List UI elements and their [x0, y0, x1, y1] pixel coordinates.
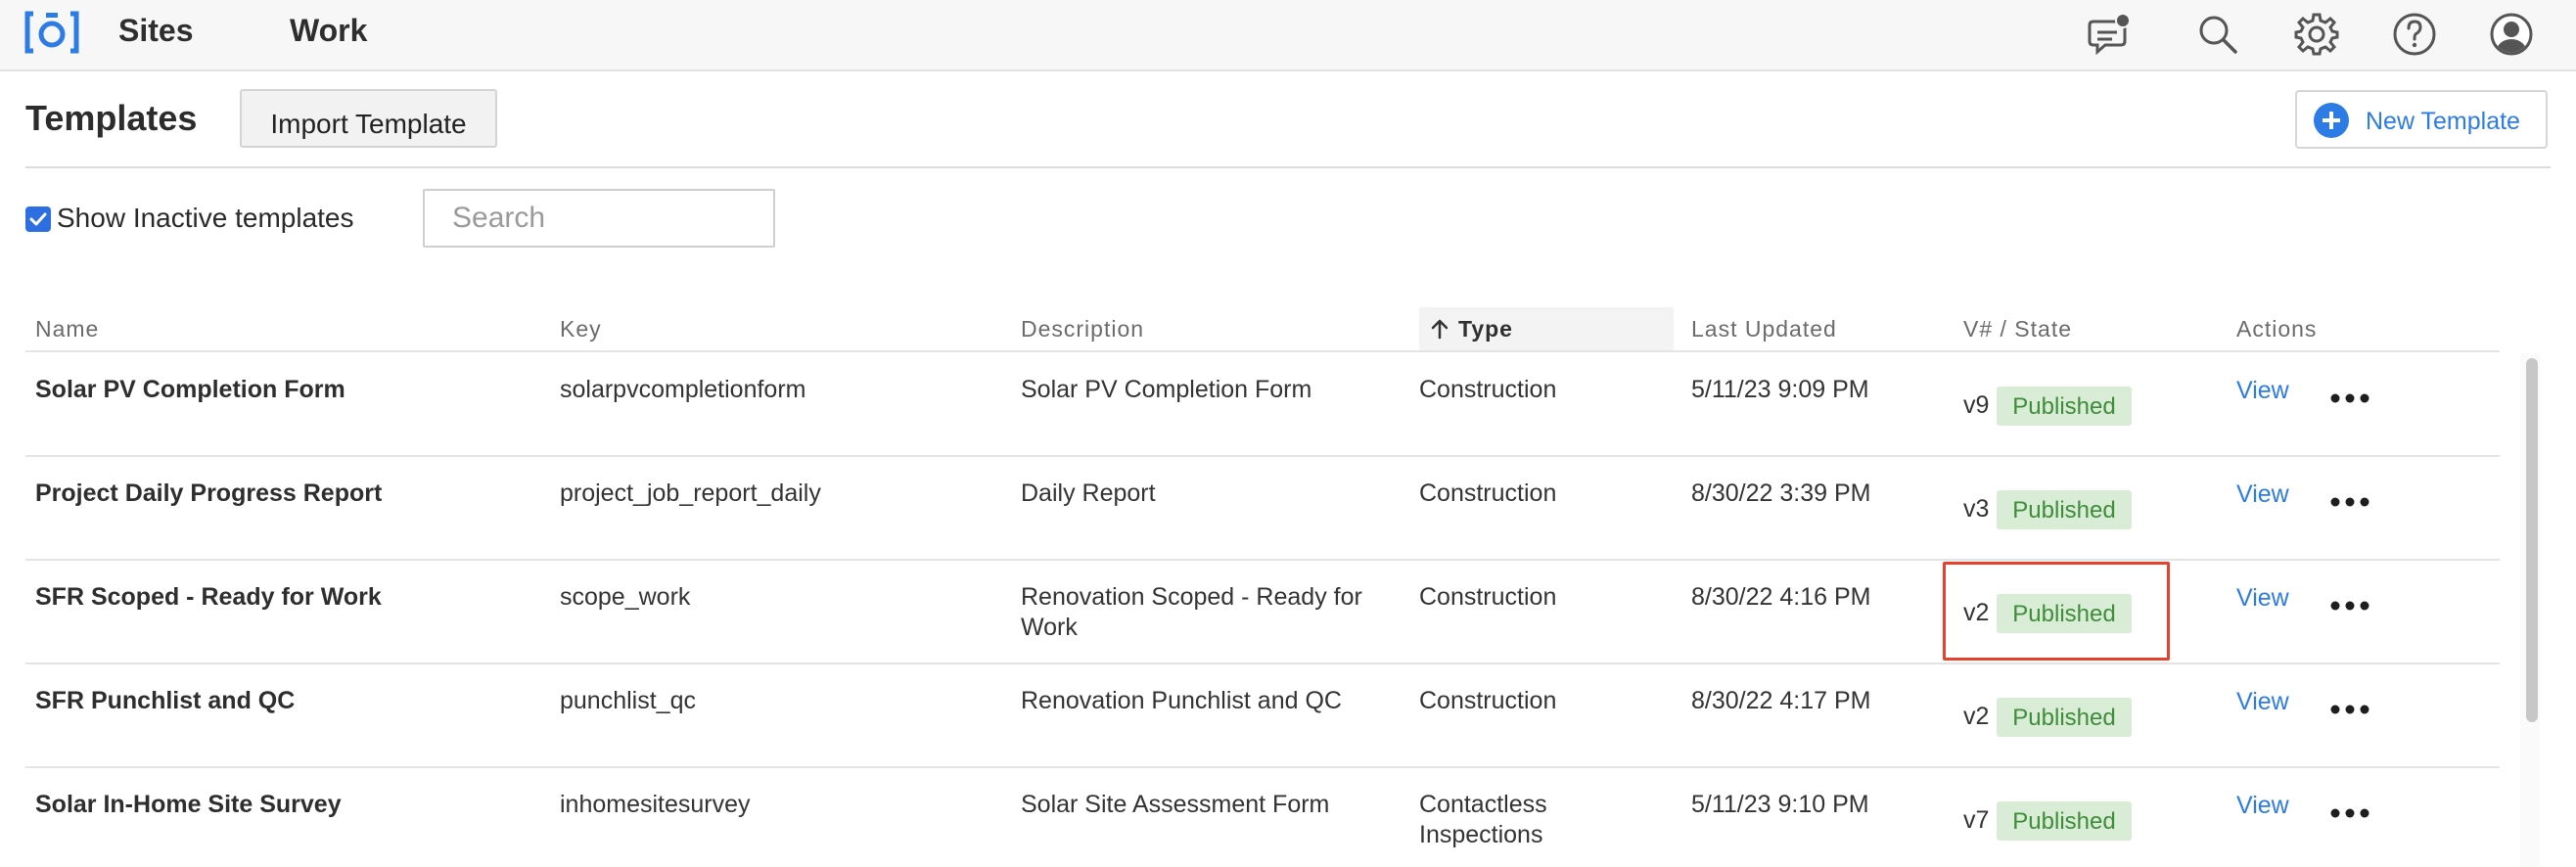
view-link[interactable]: View	[2236, 792, 2289, 820]
chat-notification-icon[interactable]	[2085, 10, 2134, 59]
show-inactive-label[interactable]: Show Inactive templates	[57, 203, 354, 234]
more-options-icon[interactable]	[2327, 390, 2372, 406]
template-type: Construction	[1419, 687, 1557, 714]
sort-ascending-icon	[1431, 319, 1449, 340]
template-name: Solar In-Home Site Survey	[35, 791, 342, 818]
template-name: SFR Punchlist and QC	[35, 687, 296, 714]
template-description: Renovation Scoped - Ready for Work	[1021, 583, 1362, 641]
version-number: v2	[1963, 703, 1990, 730]
help-icon[interactable]	[2390, 10, 2439, 59]
template-type: Construction	[1419, 583, 1557, 611]
version-number: v2	[1963, 599, 1990, 626]
template-description: Renovation Punchlist and QC	[1021, 687, 1342, 714]
table-row[interactable]: Solar In-Home Site Survey inhomesitesurv…	[25, 768, 2500, 867]
table-row[interactable]: SFR Scoped - Ready for Work scope_work R…	[25, 561, 2500, 664]
column-header-type[interactable]: Type	[1419, 307, 1674, 350]
template-key: scope_work	[560, 583, 691, 611]
template-last-updated: 5/11/23 9:10 PM	[1691, 791, 1869, 818]
template-type: Construction	[1419, 376, 1557, 403]
view-link[interactable]: View	[2236, 584, 2289, 613]
new-template-label: New Template	[2366, 108, 2520, 135]
template-type: Contactless Inspections	[1419, 791, 1547, 848]
brand-logo-icon[interactable]	[23, 10, 80, 55]
column-header-description[interactable]: Description	[1021, 307, 1144, 350]
version-number: v7	[1963, 806, 1990, 834]
table-row[interactable]: Solar PV Completion Form solarpvcompleti…	[25, 353, 2500, 457]
template-name: Solar PV Completion Form	[35, 376, 345, 403]
show-inactive-checkbox[interactable]	[25, 206, 51, 232]
version-number: v3	[1963, 495, 1990, 523]
template-key: inhomesitesurvey	[560, 791, 751, 818]
template-type: Construction	[1419, 479, 1557, 507]
status-badge: Published	[1997, 801, 2132, 841]
template-description: Solar Site Assessment Form	[1021, 791, 1330, 818]
table-row[interactable]: SFR Punchlist and QC punchlist_qc Renova…	[25, 664, 2500, 768]
template-key: punchlist_qc	[560, 687, 696, 714]
import-template-button[interactable]: Import Template	[240, 89, 497, 148]
template-description: Daily Report	[1021, 479, 1156, 507]
plus-circle-icon	[2314, 103, 2349, 138]
more-options-icon[interactable]	[2327, 805, 2372, 821]
template-name: Project Daily Progress Report	[35, 479, 383, 507]
template-last-updated: 8/30/22 4:16 PM	[1691, 583, 1871, 611]
header-divider	[25, 166, 2551, 168]
view-link[interactable]: View	[2236, 377, 2289, 405]
column-header-name[interactable]: Name	[35, 307, 99, 350]
more-options-icon[interactable]	[2327, 702, 2372, 717]
more-options-icon[interactable]	[2327, 598, 2372, 614]
scrollbar-thumb[interactable]	[2526, 358, 2538, 722]
template-last-updated: 8/30/22 4:17 PM	[1691, 687, 1871, 714]
nav-work[interactable]: Work	[290, 13, 367, 49]
status-badge: Published	[1997, 594, 2132, 633]
new-template-button[interactable]: New Template	[2295, 90, 2548, 149]
gear-icon[interactable]	[2292, 10, 2341, 59]
search-icon[interactable]	[2193, 10, 2242, 59]
more-options-icon[interactable]	[2327, 494, 2372, 510]
template-last-updated: 5/11/23 9:09 PM	[1691, 376, 1869, 403]
column-header-key[interactable]: Key	[560, 307, 602, 350]
user-avatar-icon[interactable]	[2487, 10, 2536, 59]
template-key: project_job_report_daily	[560, 479, 821, 507]
top-navigation-bar: Sites Work	[0, 0, 2576, 71]
view-link[interactable]: View	[2236, 480, 2289, 509]
status-badge: Published	[1997, 387, 2132, 426]
view-link[interactable]: View	[2236, 688, 2289, 716]
column-header-actions: Actions	[2236, 316, 2318, 342]
template-last-updated: 8/30/22 3:39 PM	[1691, 479, 1871, 507]
status-badge: Published	[1997, 698, 2132, 737]
status-badge: Published	[1997, 490, 2132, 529]
search-input[interactable]	[423, 189, 775, 248]
table-row[interactable]: Project Daily Progress Report project_jo…	[25, 457, 2500, 561]
version-number: v9	[1963, 391, 1990, 419]
template-key: solarpvcompletionform	[560, 376, 806, 403]
table-header: Name Key Description Type Last Updated V…	[25, 307, 2500, 352]
nav-sites[interactable]: Sites	[118, 13, 193, 49]
column-header-last-updated[interactable]: Last Updated	[1691, 307, 1837, 350]
page-title: Templates	[25, 98, 198, 138]
column-header-version-state[interactable]: V# / State	[1963, 307, 2072, 350]
column-header-type-label: Type	[1458, 316, 1513, 342]
template-description: Solar PV Completion Form	[1021, 376, 1312, 403]
template-name: SFR Scoped - Ready for Work	[35, 583, 382, 611]
